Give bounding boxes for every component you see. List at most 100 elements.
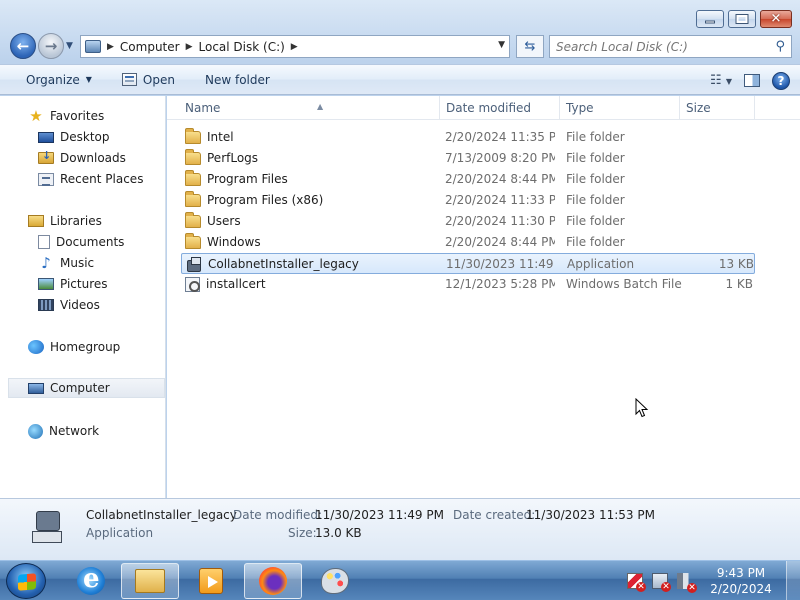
- file-date: 2/20/2024 11:35 PM: [445, 130, 555, 144]
- list-item[interactable]: Windows 2/20/2024 8:44 PM File folder: [181, 232, 755, 253]
- file-name-cell: CollabnetInstaller_legacy: [186, 254, 441, 275]
- file-type: Application: [567, 257, 635, 271]
- file-name: installcert: [206, 277, 266, 291]
- file-size: [681, 127, 753, 148]
- list-item[interactable]: installcert 12/1/2023 5:28 PM Windows Ba…: [181, 274, 755, 295]
- file-type: File folder: [566, 214, 625, 228]
- taskbar-internet-explorer[interactable]: [62, 563, 120, 599]
- recent-places-icon: [38, 172, 54, 186]
- list-item[interactable]: PerfLogs 7/13/2009 8:20 PM File folder: [181, 148, 755, 169]
- network-status-icon[interactable]: [652, 573, 671, 592]
- folder-icon: [185, 149, 201, 165]
- column-header-name[interactable]: Name ▲: [179, 96, 440, 120]
- arrow-right-icon: →: [44, 37, 58, 55]
- organize-button[interactable]: Organize ▼: [0, 64, 102, 95]
- homegroup-icon: [28, 340, 44, 354]
- maximize-button[interactable]: [728, 10, 756, 28]
- sidebar-item-desktop[interactable]: Desktop: [0, 127, 166, 147]
- taskbar-media-player[interactable]: [182, 563, 240, 599]
- chevron-right-icon[interactable]: ▶: [186, 42, 193, 52]
- open-button[interactable]: Open: [102, 64, 185, 95]
- clock-time: 9:43 PM: [716, 566, 766, 580]
- details-size-value: 13.0 KB: [315, 526, 362, 540]
- search-icon[interactable]: ⚲: [775, 39, 785, 54]
- column-header-type[interactable]: Type: [560, 96, 680, 120]
- details-created-value: 11/30/2023 11:53 PM: [526, 508, 655, 522]
- address-bar[interactable]: ▶ Computer ▶ Local Disk (C:) ▶ ▼: [80, 35, 510, 58]
- sidebar-item-videos[interactable]: Videos: [0, 295, 166, 315]
- list-item[interactable]: Users 2/20/2024 11:30 PM File folder: [181, 211, 755, 232]
- details-file-type: Application: [86, 526, 154, 540]
- chevron-right-icon[interactable]: ▶: [107, 42, 114, 52]
- star-icon: ★: [29, 106, 43, 125]
- details-pane: CollabnetInstaller_legacy Application Da…: [0, 498, 800, 560]
- search-input[interactable]: [556, 39, 756, 54]
- action-center-icon[interactable]: [627, 573, 646, 592]
- network-icon: [28, 423, 43, 439]
- system-tray: 9:43 PM 2/20/2024: [627, 561, 800, 600]
- minimize-button[interactable]: [696, 10, 724, 28]
- file-name: Users: [207, 214, 241, 228]
- taskbar-windows-explorer[interactable]: [121, 563, 179, 599]
- file-type: File folder: [566, 172, 625, 186]
- list-item-selected[interactable]: CollabnetInstaller_legacy 11/30/2023 11:…: [181, 253, 755, 274]
- column-header-label: Date modified: [446, 101, 532, 115]
- views-icon: ☷: [710, 73, 722, 88]
- batch-file-icon: [185, 277, 200, 292]
- clock[interactable]: 9:43 PM 2/20/2024: [702, 565, 780, 597]
- file-type: Windows Batch File: [566, 277, 682, 291]
- file-type: File folder: [566, 193, 625, 207]
- new-folder-button[interactable]: New folder: [185, 64, 280, 95]
- explorer-window: ✕ ← → ▼ ▶ Computer ▶ Local Disk (C:) ▶ ▼…: [0, 0, 800, 560]
- navigation-bar: ← → ▼ ▶ Computer ▶ Local Disk (C:) ▶ ▼ ⇆…: [8, 33, 792, 59]
- windows-explorer-icon: [135, 569, 165, 593]
- search-box[interactable]: ⚲: [549, 35, 792, 58]
- media-player-icon: [199, 568, 223, 594]
- sidebar-item-pictures[interactable]: Pictures: [0, 274, 166, 294]
- preview-pane-button[interactable]: [744, 74, 760, 87]
- file-date: 2/20/2024 11:33 PM: [445, 193, 555, 207]
- start-button[interactable]: [6, 563, 46, 599]
- list-item[interactable]: Program Files (x86) 2/20/2024 11:33 PM F…: [181, 190, 755, 211]
- open-label: Open: [142, 72, 175, 87]
- close-button[interactable]: ✕: [760, 10, 792, 28]
- sidebar-item-computer[interactable]: Computer: [8, 378, 165, 398]
- refresh-button[interactable]: ⇆: [516, 35, 544, 58]
- sidebar-item-network[interactable]: Network: [0, 421, 166, 441]
- file-name-cell: Intel: [185, 127, 440, 148]
- help-button[interactable]: ?: [772, 71, 790, 90]
- breadcrumb-computer[interactable]: Computer: [120, 40, 180, 54]
- column-header-date-modified[interactable]: Date modified: [440, 96, 560, 120]
- sidebar-item-documents[interactable]: Documents: [0, 232, 166, 252]
- taskbar-paint[interactable]: [306, 563, 364, 599]
- file-size: [681, 190, 753, 211]
- change-view-button[interactable]: ☷ ▼: [710, 73, 732, 88]
- sidebar-item-downloads[interactable]: Downloads: [0, 148, 166, 168]
- forward-button[interactable]: →: [38, 33, 64, 59]
- back-button[interactable]: ←: [10, 33, 36, 59]
- breadcrumb-local-disk[interactable]: Local Disk (C:): [199, 40, 285, 54]
- sidebar-item-homegroup[interactable]: Homegroup: [0, 337, 166, 357]
- documents-icon: [38, 235, 50, 249]
- chevron-right-icon[interactable]: ▶: [291, 42, 298, 52]
- details-size-label: Size:: [288, 526, 317, 540]
- address-dropdown-icon[interactable]: ▼: [498, 40, 505, 50]
- list-item[interactable]: Intel 2/20/2024 11:35 PM File folder: [181, 127, 755, 148]
- libraries-icon: [28, 215, 44, 227]
- sidebar-item-music[interactable]: ♪ Music: [0, 253, 166, 273]
- recent-pages-dropdown[interactable]: ▼: [66, 41, 73, 51]
- sidebar-item-recent-places[interactable]: Recent Places: [0, 169, 166, 189]
- file-name-cell: Windows: [185, 232, 440, 253]
- details-created-label: Date created:: [453, 508, 536, 522]
- column-header-size[interactable]: Size: [680, 96, 755, 120]
- folder-icon: [185, 170, 201, 186]
- computer-icon: [85, 40, 101, 53]
- volume-muted-icon[interactable]: [677, 573, 697, 593]
- show-desktop-button[interactable]: [786, 561, 800, 600]
- file-type: File folder: [566, 151, 625, 165]
- list-item[interactable]: Program Files 2/20/2024 8:44 PM File fol…: [181, 169, 755, 190]
- sidebar-item-favorites[interactable]: ★ Favorites: [0, 106, 166, 126]
- sidebar-item-libraries[interactable]: Libraries: [0, 211, 166, 231]
- sidebar-item-label: Music: [60, 256, 95, 270]
- taskbar-firefox[interactable]: [244, 563, 302, 599]
